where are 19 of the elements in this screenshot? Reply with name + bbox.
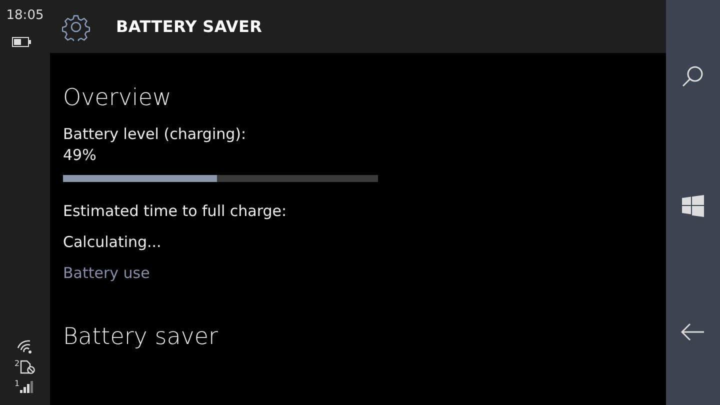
windows-logo-icon[interactable] <box>682 194 704 216</box>
section-heading: Battery saver <box>63 324 218 350</box>
estimate-value: Calculating... <box>63 232 162 253</box>
status-time: 18:05 <box>6 8 44 23</box>
battery-level-label: Battery level (charging): <box>63 124 246 145</box>
page-title: BATTERY SAVER <box>116 17 262 36</box>
battery-use-link[interactable]: Battery use <box>63 264 150 282</box>
back-arrow-icon[interactable] <box>681 323 705 341</box>
section-heading: Overview <box>63 85 172 111</box>
sim-number: 2 <box>14 360 20 368</box>
signal-icon <box>20 380 36 393</box>
search-icon[interactable] <box>681 64 705 88</box>
estimate-label: Estimated time to full charge: <box>63 201 287 222</box>
battery-icon <box>12 37 32 47</box>
sim-number: 1 <box>14 380 20 388</box>
wifi-icon <box>17 340 33 354</box>
settings-icon[interactable] <box>62 12 90 40</box>
battery-percent: 49% <box>63 145 96 166</box>
no-sim-icon <box>20 360 36 374</box>
